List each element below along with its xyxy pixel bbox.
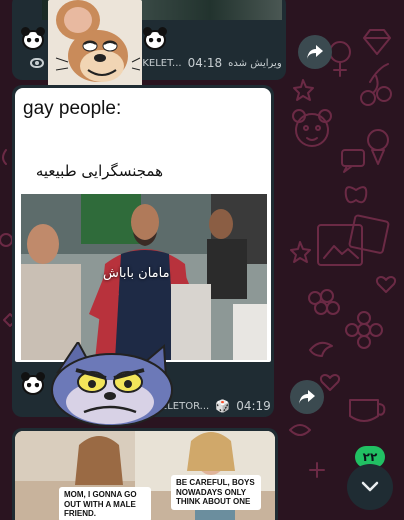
forward-button-1[interactable] (298, 35, 332, 69)
message-bubble-3[interactable]: MOM, I GONNA GO OUT WITH A MALE FRIEND. … (12, 428, 278, 520)
forward-arrow-icon (299, 390, 315, 404)
panda-face-icon (21, 372, 45, 395)
meme-speech-left: MOM, I GONNA GO OUT WITH A MALE FRIEND. (59, 487, 151, 520)
message-time: 04:18 (187, 56, 223, 70)
meme-image-3[interactable]: MOM, I GONNA GO OUT WITH A MALE FRIEND. … (15, 431, 275, 520)
forward-button-2[interactable] (290, 380, 324, 414)
meme-photo: مامان باباش (21, 194, 267, 360)
tom-cat-sticker[interactable] (48, 340, 178, 428)
chevron-down-icon (361, 481, 379, 492)
jerry-mouse-sticker[interactable] (48, 0, 142, 90)
meme-speech-right: BE CAREFUL, BOYS NOWADAYS ONLY THINK ABO… (171, 475, 261, 510)
sender-name: SKELET... (136, 57, 182, 69)
eye-icon (30, 58, 44, 68)
message-time: 04:19 (236, 399, 271, 413)
dice-icon: 🎲 (215, 399, 231, 413)
meme-caption-persian: همجنسگرایی طبیعیه (35, 162, 163, 180)
meme-image[interactable]: gay people: همجنسگرایی طبیعیه مامان بابا… (15, 88, 271, 362)
scroll-to-bottom-button[interactable] (347, 464, 393, 510)
panda-face-icon (21, 27, 45, 50)
meme-caption-english: gay people: (23, 98, 122, 119)
jerry-face-icon (48, 0, 142, 90)
photo-overlay-caption: مامان باباش (103, 266, 170, 281)
panda-face-icon (143, 27, 167, 50)
forward-arrow-icon (307, 45, 323, 59)
edited-label: ویرایش شده (228, 57, 282, 69)
tom-face-icon (51, 340, 173, 427)
